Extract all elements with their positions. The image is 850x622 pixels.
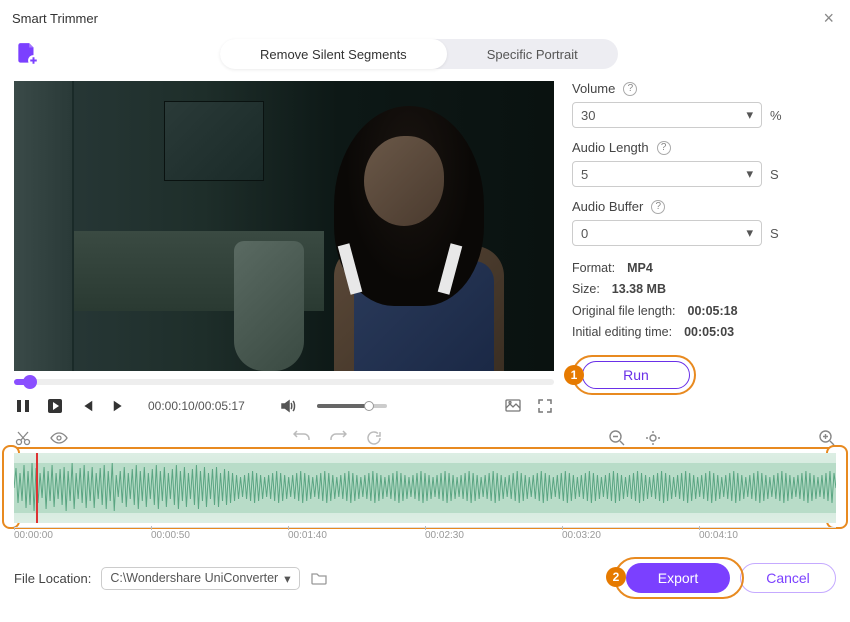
video-preview	[14, 81, 554, 371]
audio-buffer-label: Audio Buffer	[572, 199, 643, 214]
format-value: MP4	[627, 261, 653, 275]
volume-select[interactable]: 30▾	[572, 102, 762, 128]
export-button[interactable]: Export	[626, 563, 730, 593]
help-icon[interactable]: ?	[651, 200, 665, 214]
init-time-value: 00:05:03	[684, 325, 734, 339]
chevron-down-icon: ▾	[746, 107, 753, 123]
close-icon[interactable]: ×	[819, 8, 838, 29]
timeline-ruler: 00:00:00 00:00:50 00:01:40 00:02:30 00:0…	[14, 527, 836, 541]
annotation-badge-2: 2	[606, 567, 626, 587]
tab-remove-silent[interactable]: Remove Silent Segments	[220, 39, 447, 69]
chevron-down-icon: ▾	[746, 166, 753, 182]
time-display: 00:00:10/00:05:17	[148, 399, 245, 413]
seek-slider[interactable]	[14, 379, 554, 385]
run-button[interactable]: Run	[582, 361, 690, 389]
init-time-label: Initial editing time:	[572, 325, 672, 339]
fullscreen-icon[interactable]	[536, 397, 554, 415]
chevron-down-icon: ▾	[284, 571, 290, 586]
cancel-button[interactable]: Cancel	[740, 563, 836, 593]
pause-icon[interactable]	[14, 397, 32, 415]
play-icon[interactable]	[46, 397, 64, 415]
window-title: Smart Trimmer	[12, 11, 98, 26]
help-icon[interactable]: ?	[623, 82, 637, 96]
help-icon[interactable]: ?	[657, 141, 671, 155]
waveform[interactable]	[14, 453, 836, 523]
tab-specific-portrait[interactable]: Specific Portrait	[447, 39, 618, 69]
audio-buffer-unit: S	[770, 226, 779, 241]
size-value: 13.38 MB	[612, 282, 666, 296]
redo-icon[interactable]	[329, 429, 347, 447]
undo-icon[interactable]	[293, 429, 311, 447]
orig-length-value: 00:05:18	[688, 304, 738, 318]
playhead[interactable]	[36, 453, 38, 523]
orig-length-label: Original file length:	[572, 304, 676, 318]
volume-label: Volume	[572, 81, 615, 96]
snapshot-icon[interactable]	[504, 397, 522, 415]
file-location-label: File Location:	[14, 571, 91, 586]
folder-icon[interactable]	[310, 569, 328, 587]
prev-icon[interactable]	[78, 397, 96, 415]
audio-length-unit: S	[770, 167, 779, 182]
chevron-down-icon: ▾	[746, 225, 753, 241]
refresh-icon[interactable]	[365, 429, 383, 447]
volume-unit: %	[770, 108, 782, 123]
mode-tabs: Remove Silent Segments Specific Portrait	[220, 39, 618, 69]
file-location-select[interactable]: C:\Wondershare UniConverter▾	[101, 567, 299, 590]
size-label: Size:	[572, 282, 600, 296]
audio-length-label: Audio Length	[572, 140, 649, 155]
cut-icon[interactable]	[14, 429, 32, 447]
audio-buffer-select[interactable]: 0▾	[572, 220, 762, 246]
volume-icon[interactable]	[279, 397, 297, 415]
volume-slider[interactable]	[317, 404, 387, 408]
next-icon[interactable]	[110, 397, 128, 415]
eye-icon[interactable]	[50, 429, 68, 447]
format-label: Format:	[572, 261, 615, 275]
zoom-out-icon[interactable]	[608, 429, 626, 447]
add-file-icon[interactable]	[14, 41, 40, 67]
zoom-fit-icon[interactable]	[644, 429, 662, 447]
annotation-badge-1: 1	[564, 365, 584, 385]
audio-length-select[interactable]: 5▾	[572, 161, 762, 187]
